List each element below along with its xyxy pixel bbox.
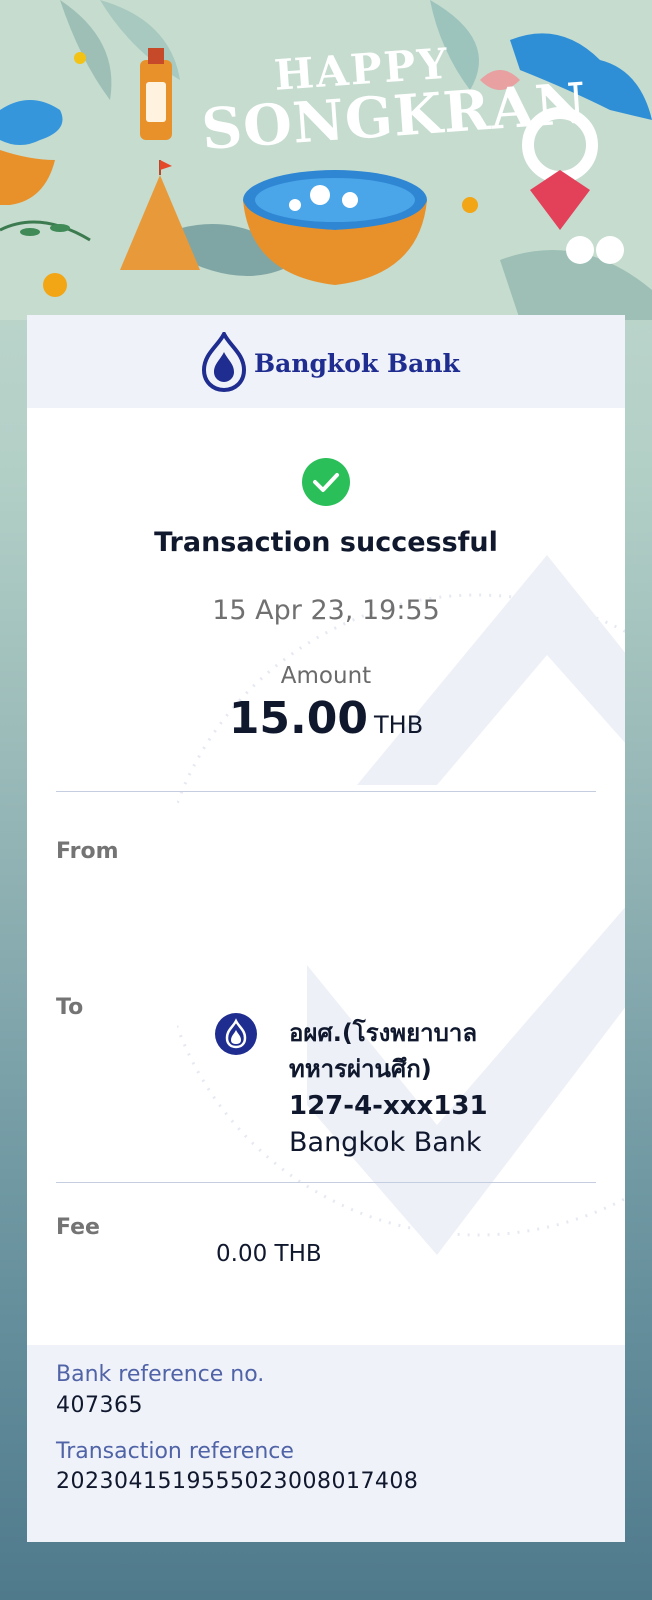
- receipt-header: Bangkok Bank: [27, 315, 625, 408]
- songkran-banner: HAPPY SONGKRAN: [0, 0, 652, 320]
- receipt-card: Bangkok Bank Transaction successful 15 A…: [27, 315, 625, 1542]
- recipient-name: อผศ.(โรงพยาบาล ทหารผ่านศึก): [289, 1019, 478, 1083]
- bank-reference-label: Bank reference no.: [56, 1362, 265, 1387]
- recipient-account: 127-4-xxx131: [289, 1091, 488, 1121]
- transaction-status-title: Transaction successful: [154, 527, 498, 558]
- to-label: To: [56, 995, 84, 1020]
- transaction-reference-value: 2023041519555023008017408: [56, 1469, 419, 1494]
- bank-name-logo: Bangkok Bank: [254, 349, 460, 378]
- bank-reference-value: 407365: [56, 1393, 143, 1418]
- recipient-bank: Bangkok Bank: [289, 1127, 482, 1158]
- references-section: Bank reference no. 407365 Transaction re…: [27, 1345, 625, 1542]
- recipient-details: อผศ.(โรงพยาบาล ทหารผ่านศึก) 127-4-xxx131…: [289, 1015, 609, 1161]
- transaction-datetime: 15 Apr 23, 19:55: [212, 595, 440, 626]
- bangkok-bank-logo-icon: [215, 1013, 257, 1055]
- fee-label: Fee: [56, 1215, 100, 1240]
- amount-value: 15.00: [228, 693, 368, 744]
- amount-label: Amount: [280, 663, 372, 689]
- divider: [56, 1182, 596, 1183]
- amount-currency: THB: [374, 711, 424, 739]
- fee-value: 0.00 THB: [216, 1241, 322, 1267]
- transaction-reference-label: Transaction reference: [56, 1439, 294, 1464]
- banner-title: HAPPY SONGKRAN: [197, 39, 590, 163]
- from-label: From: [56, 839, 119, 864]
- divider: [56, 791, 596, 792]
- check-circle-icon: [302, 458, 350, 506]
- bangkok-bank-logo-icon: [202, 332, 246, 392]
- amount-display: 15.00 THB: [27, 693, 625, 744]
